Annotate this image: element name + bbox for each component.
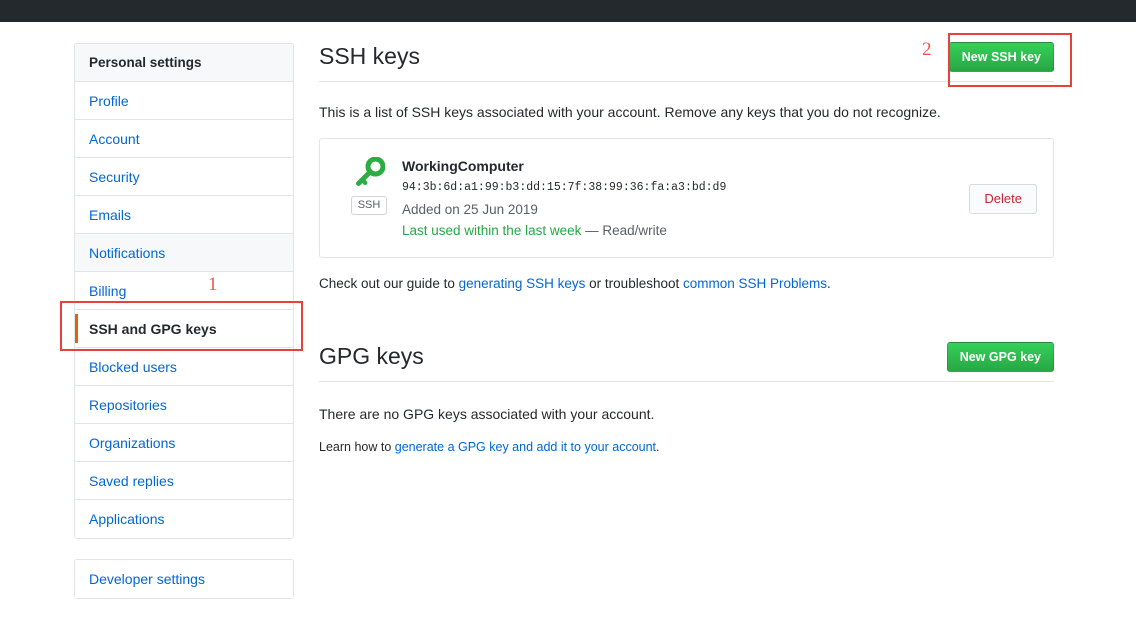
sidebar-item-billing[interactable]: Billing	[75, 272, 293, 310]
generating-ssh-keys-link[interactable]: generating SSH keys	[459, 276, 586, 291]
ssh-key-icon-column: SSH	[336, 155, 402, 241]
ssh-key-details: WorkingComputer 94:3b:6d:a1:99:b3:dd:15:…	[402, 155, 1037, 241]
gpg-learn-prefix: Learn how to	[319, 440, 395, 454]
sidebar-item-saved-replies[interactable]: Saved replies	[75, 462, 293, 500]
sidebar-item-label: Emails	[89, 207, 132, 223]
sidebar-item-label: Billing	[89, 283, 127, 299]
sidebar-item-label: Account	[89, 131, 140, 147]
ssh-guide-suffix: .	[827, 276, 831, 291]
sidebar-header-label: Personal settings	[89, 55, 202, 70]
sidebar-item-label: Repositories	[89, 397, 167, 413]
common-ssh-problems-link[interactable]: common SSH Problems	[683, 276, 827, 291]
sidebar-item-label: Notifications	[89, 245, 166, 261]
gpg-empty-message: There are no GPG keys associated with yo…	[319, 406, 655, 422]
ssh-key-access-level: — Read/write	[581, 223, 667, 238]
gpg-keys-section-header: GPG keys New GPG key	[319, 340, 1054, 382]
top-navigation-bar	[0, 0, 1136, 22]
sidebar-item-developer-settings[interactable]: Developer settings	[75, 560, 293, 598]
new-ssh-key-button[interactable]: New SSH key	[948, 42, 1054, 72]
ssh-guide-middle: or troubleshoot	[585, 276, 683, 291]
sidebar-item-label: Applications	[89, 511, 165, 527]
ssh-key-last-used-text: Last used within the last week	[402, 223, 582, 238]
sidebar-item-label: SSH and GPG keys	[89, 321, 217, 337]
sidebar-item-notifications[interactable]: Notifications	[75, 234, 293, 272]
sidebar-item-applications[interactable]: Applications	[75, 500, 293, 538]
gpg-learn-line: Learn how to generate a GPG key and add …	[319, 438, 1054, 456]
delete-ssh-key-button[interactable]: Delete	[969, 184, 1037, 214]
sidebar-item-label: Security	[89, 169, 140, 185]
sidebar-item-account[interactable]: Account	[75, 120, 293, 158]
ssh-keys-section-header: SSH keys New SSH key	[319, 40, 1054, 82]
ssh-guide-prefix: Check out our guide to	[319, 276, 459, 291]
ssh-key-fingerprint: 94:3b:6d:a1:99:b3:dd:15:7f:38:99:36:fa:a…	[402, 181, 727, 194]
ssh-keys-description: This is a list of SSH keys associated wi…	[319, 104, 941, 120]
sidebar-item-blocked-users[interactable]: Blocked users	[75, 348, 293, 386]
sidebar-item-emails[interactable]: Emails	[75, 196, 293, 234]
new-gpg-key-button[interactable]: New GPG key	[946, 342, 1054, 372]
sidebar-item-label: Saved replies	[89, 473, 174, 489]
ssh-key-title: WorkingComputer	[402, 158, 524, 174]
settings-sidebar: Personal settings Profile Account Securi…	[74, 43, 294, 599]
ssh-key-card: SSH WorkingComputer 94:3b:6d:a1:99:b3:dd…	[319, 138, 1054, 258]
key-icon	[356, 157, 385, 186]
sidebar-item-label: Organizations	[89, 435, 176, 451]
gpg-keys-section: GPG keys New GPG key There are no GPG ke…	[319, 340, 1054, 456]
gpg-learn-suffix: .	[656, 440, 660, 454]
ssh-guide-line: Check out our guide to generating SSH ke…	[319, 274, 1054, 294]
gpg-keys-title: GPG keys	[319, 343, 424, 369]
sidebar-header-personal-settings: Personal settings	[75, 44, 293, 82]
sidebar-item-repositories[interactable]: Repositories	[75, 386, 293, 424]
sidebar-item-security[interactable]: Security	[75, 158, 293, 196]
ssh-badge: SSH	[350, 196, 388, 215]
developer-settings-box: Developer settings	[74, 559, 294, 599]
sidebar-item-ssh-and-gpg-keys[interactable]: SSH and GPG keys	[75, 310, 293, 348]
sidebar-item-profile[interactable]: Profile	[75, 82, 293, 120]
sidebar-item-organizations[interactable]: Organizations	[75, 424, 293, 462]
sidebar-item-label: Developer settings	[89, 571, 205, 587]
ssh-key-last-used: Last used within the last week — Read/wr…	[402, 221, 1037, 241]
sidebar-nav-box: Personal settings Profile Account Securi…	[74, 43, 294, 539]
ssh-key-added-date: Added on 25 Jun 2019	[402, 202, 538, 217]
ssh-keys-title: SSH keys	[319, 43, 420, 69]
main-content: SSH keys New SSH key This is a list of S…	[319, 40, 1054, 456]
sidebar-item-label: Profile	[89, 93, 129, 109]
generate-gpg-key-link[interactable]: generate a GPG key and add it to your ac…	[395, 440, 656, 454]
sidebar-item-label: Blocked users	[89, 359, 177, 375]
page-root: Personal settings Profile Account Securi…	[0, 0, 1136, 643]
